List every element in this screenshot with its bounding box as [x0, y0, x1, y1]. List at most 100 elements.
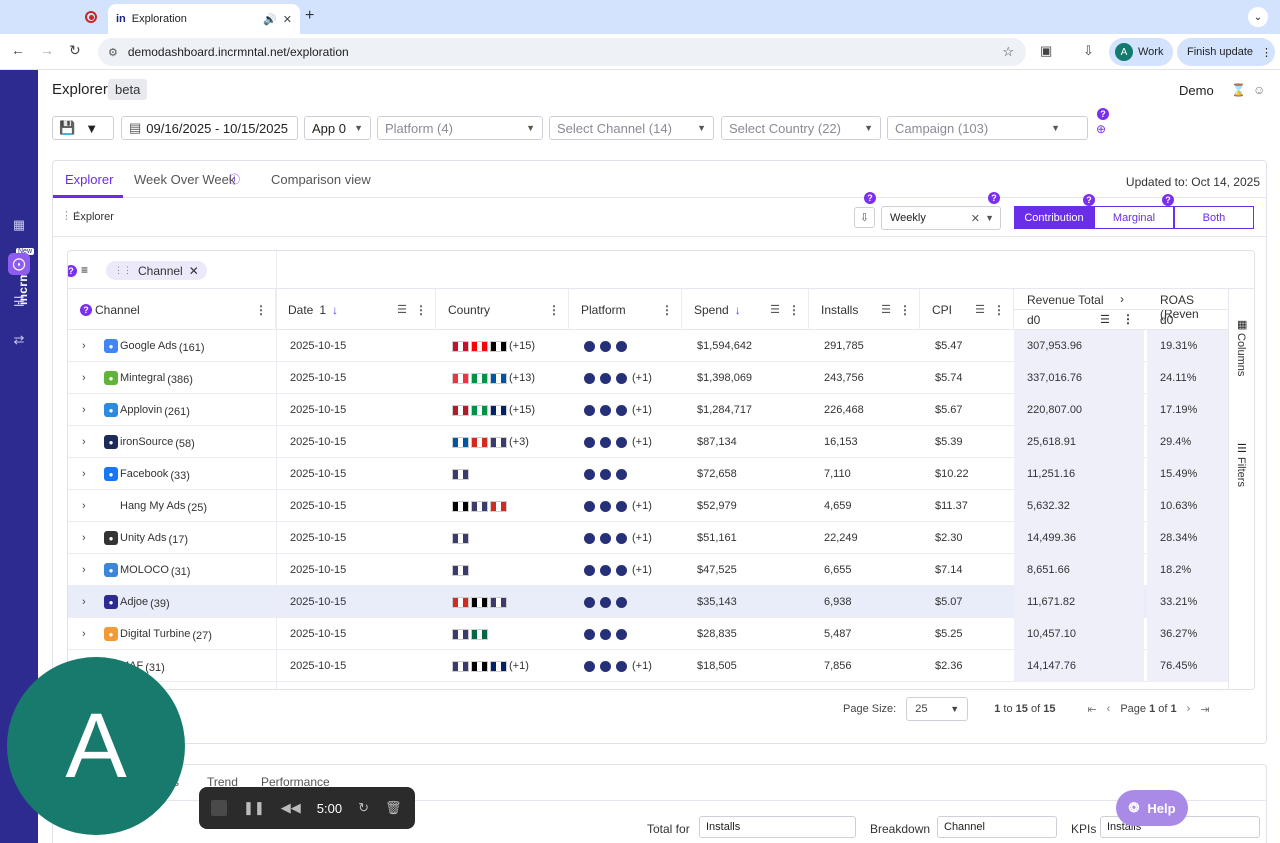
help-button[interactable]: ❂ Help: [1116, 790, 1188, 826]
breakdown-select[interactable]: Channel: [937, 816, 1057, 838]
expand-row-icon[interactable]: ›: [82, 458, 86, 490]
column-header-country[interactable]: Country ⋮: [436, 289, 569, 330]
column-header-installs[interactable]: Installs ☰ ⋮: [809, 289, 920, 330]
campaign-select[interactable]: Campaign (103) ▼: [887, 116, 1088, 140]
drag-handle-icon[interactable]: ⋮⋮: [114, 265, 132, 276]
columns-icon[interactable]: ▦: [1237, 318, 1247, 331]
back-icon[interactable]: ←: [11, 42, 25, 58]
filter-icon[interactable]: ☰: [397, 303, 407, 316]
address-bar[interactable]: ⚙ demodashboard.incrmntal.net/exploratio…: [98, 38, 1026, 66]
columns-panel-toggle[interactable]: Columns: [1235, 333, 1247, 376]
save-icon[interactable]: 💾: [59, 120, 75, 136]
country-select[interactable]: Select Country (22) ▼: [721, 116, 881, 140]
expand-row-icon[interactable]: ›: [82, 522, 86, 554]
help-icon[interactable]: ?: [1083, 194, 1095, 206]
more-menu-icon[interactable]: ⋮: [1261, 46, 1272, 59]
column-menu-icon[interactable]: ⋮: [415, 303, 427, 317]
new-tab-button[interactable]: +: [305, 7, 314, 25]
tab-search-button[interactable]: ⌄: [1248, 7, 1268, 27]
site-settings-icon[interactable]: ⚙: [108, 46, 118, 59]
column-menu-icon[interactable]: ⋮: [788, 303, 800, 317]
stop-icon[interactable]: [211, 800, 227, 816]
column-header-cpi[interactable]: CPI ☰ ⋮: [920, 289, 1014, 330]
rewind-icon[interactable]: ◀◀: [281, 800, 301, 816]
expand-row-icon[interactable]: ›: [82, 554, 86, 586]
table-row[interactable]: › ● Facebook (33) 2025-10-15 $72,658 7,110 $10.…: [68, 458, 1228, 490]
pause-icon[interactable]: ❚❚: [243, 800, 265, 816]
expand-row-icon[interactable]: ›: [82, 362, 86, 394]
mode-contribution[interactable]: Contribution: [1014, 206, 1094, 229]
table-row[interactable]: › ● Mintegral (386) 2025-10-15 (+13) (+1) $1,39…: [68, 362, 1228, 394]
account-name[interactable]: Demo: [1179, 83, 1214, 98]
column-header-spend[interactable]: Spend ↓ ☰ ⋮: [682, 289, 809, 330]
prev-page-icon[interactable]: ‹: [1107, 703, 1111, 715]
table-row[interactable]: › ● Google Ads (161) 2025-10-15 (+15) $1,594,6…: [68, 330, 1228, 362]
reload-icon[interactable]: ↻: [69, 42, 81, 59]
tab-comparison-view[interactable]: Comparison view: [271, 172, 371, 187]
column-header-platform[interactable]: Platform ⋮: [569, 289, 682, 330]
table-row[interactable]: › ● Applovin (261) 2025-10-15 (+15) (+1) $1,284…: [68, 394, 1228, 426]
expand-row-icon[interactable]: ›: [82, 586, 86, 618]
total-for-select[interactable]: Installs: [699, 816, 856, 838]
expand-row-icon[interactable]: ›: [82, 490, 86, 522]
sort-desc-icon[interactable]: ↓: [735, 303, 741, 317]
channel-select[interactable]: Select Channel (14) ▼: [549, 116, 714, 140]
tab-explorer[interactable]: Explorer: [65, 172, 113, 187]
table-row[interactable]: ›●MAF(31)2025-10-15(+1)(+1)$18,5057,856$…: [68, 650, 1228, 682]
recording-tab[interactable]: [78, 6, 104, 28]
grid-icon[interactable]: ▦: [11, 217, 27, 233]
user-icon[interactable]: ☺: [1253, 83, 1265, 97]
download-icon[interactable]: ⇩: [1083, 43, 1094, 59]
last-page-icon[interactable]: ⇥: [1200, 703, 1209, 716]
help-icon[interactable]: ?: [68, 265, 77, 277]
mode-both[interactable]: Both: [1174, 206, 1254, 229]
sync-icon[interactable]: ⇄: [11, 332, 27, 348]
expand-row-icon[interactable]: ›: [82, 330, 86, 362]
column-menu-icon[interactable]: ⋮: [255, 303, 267, 317]
hourglass-icon[interactable]: ⌛: [1231, 83, 1246, 97]
column-menu-icon[interactable]: ⋮: [548, 303, 560, 317]
filters-panel-toggle[interactable]: Filters: [1235, 457, 1247, 487]
column-menu-icon[interactable]: ⋮: [993, 303, 1005, 317]
column-menu-icon[interactable]: ⋮: [661, 303, 673, 317]
sort-desc-icon[interactable]: ↓: [332, 303, 338, 317]
explore-icon[interactable]: ⨀: [8, 253, 30, 275]
help-icon[interactable]: ?: [80, 303, 92, 316]
speaker-icon[interactable]: 🔊: [263, 13, 277, 26]
clear-icon[interactable]: ✕: [971, 212, 980, 225]
report-icon[interactable]: ☰: [11, 294, 27, 310]
help-icon[interactable]: ?: [988, 192, 1000, 204]
granularity-select[interactable]: Weekly ✕ ▼: [881, 206, 1001, 230]
add-filter-icon[interactable]: ⊕: [1096, 122, 1106, 136]
platform-select[interactable]: Platform (4) ▼: [377, 116, 543, 140]
close-tab-icon[interactable]: ✕: [283, 13, 292, 26]
filter-icon[interactable]: ☰: [881, 303, 891, 316]
browser-tab-active[interactable]: in Exploration 🔊 ✕: [108, 4, 300, 34]
tab-week-over-week[interactable]: Week Over Week: [134, 172, 235, 187]
column-menu-icon[interactable]: ⋮: [1122, 312, 1134, 326]
filters-icon[interactable]: ☰: [1237, 442, 1247, 455]
info-icon[interactable]: ⓘ: [229, 171, 240, 187]
filter-icon[interactable]: ☰: [975, 303, 985, 316]
extensions-icon[interactable]: ▣: [1040, 43, 1052, 59]
first-page-icon[interactable]: ⇤: [1087, 703, 1096, 716]
expand-group-icon[interactable]: ›: [1120, 292, 1124, 306]
column-header-date[interactable]: Date 1 ↓ ☰ ⋮: [276, 289, 436, 330]
app-select[interactable]: App 0 ▼: [304, 116, 371, 140]
table-row[interactable]: › ● Hang My Ads (25) 2025-10-15 (+1) $52,979 4,…: [68, 490, 1228, 522]
page-size-select[interactable]: 25 ▼: [906, 697, 969, 721]
finish-update-button[interactable]: Finish update ⋮: [1177, 38, 1275, 66]
table-row[interactable]: › ● Adjoe (39) 2025-10-15 $35,143 6,938 $5.07 11…: [68, 586, 1228, 618]
filter-icon[interactable]: ☰: [770, 303, 780, 316]
filter-icon[interactable]: ☰: [1100, 313, 1110, 326]
column-menu-icon[interactable]: ⋮: [899, 303, 911, 317]
help-icon[interactable]: ?: [1097, 108, 1109, 120]
export-icon[interactable]: ⇩: [854, 207, 875, 228]
expand-row-icon[interactable]: ›: [82, 618, 86, 650]
table-row[interactable]: › ● Unity Ads (17) 2025-10-15 (+1) $51,161 22,2…: [68, 522, 1228, 554]
date-range-picker[interactable]: ▤ 09/16/2025 - 10/15/2025: [121, 116, 298, 140]
group-chip[interactable]: ⋮⋮ Channel ✕: [106, 261, 207, 280]
filter-icon[interactable]: ▼: [85, 121, 98, 136]
help-icon[interactable]: ?: [1162, 194, 1174, 206]
column-header-channel[interactable]: ? Channel ⋮: [68, 289, 276, 330]
